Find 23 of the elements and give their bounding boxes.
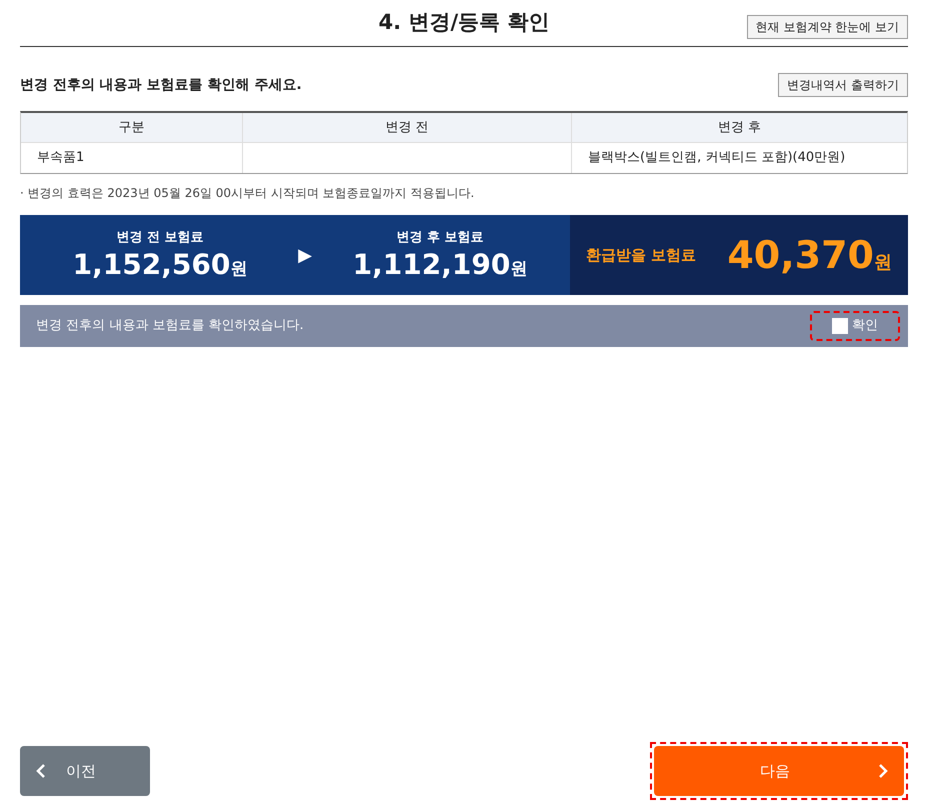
chevron-right-icon xyxy=(878,763,888,779)
arrow-icon: ▶ xyxy=(298,242,312,268)
confirm-text: 변경 전후의 내용과 보험료를 확인하였습니다. xyxy=(36,317,304,336)
column-header: 변경 전 xyxy=(243,113,572,142)
instruction-text: 변경 전후의 내용과 보험료를 확인해 주세요. xyxy=(20,76,302,94)
refund-label: 환급받을 보험료 xyxy=(586,244,696,266)
view-contract-button[interactable]: 현재 보험계약 한눈에 보기 xyxy=(746,15,908,39)
refund-amount: 40,370원 xyxy=(727,232,892,278)
column-header: 구분 xyxy=(21,113,243,142)
confirm-checkbox[interactable]: 확인 xyxy=(810,311,900,341)
after-premium-label: 변경 후 보험료 xyxy=(396,228,484,247)
previous-button[interactable]: 이전 xyxy=(20,746,150,796)
before-premium-label: 변경 전 보험료 xyxy=(116,228,204,247)
chevron-left-icon xyxy=(36,763,46,779)
table-cell-text: 블랙박스(빌트인캠, 커넥티드 포함)(40만원) xyxy=(588,149,846,168)
print-button[interactable]: 변경내역서 출력하기 xyxy=(778,73,908,97)
effective-date-note: · 변경의 효력은 2023년 05월 26일 00시부터 시작되며 보험종료일까지 적용됩니다. xyxy=(20,185,476,202)
page-title: 4. 변경/등록 확인 xyxy=(378,9,550,36)
next-button[interactable]: 다음 xyxy=(654,746,904,796)
before-premium-amount: 1,152,560원 xyxy=(72,247,248,282)
table-cell-text: 부속품1 xyxy=(37,149,84,168)
column-header: 변경 후 xyxy=(716,118,762,137)
after-premium-amount: 1,112,190원 xyxy=(352,247,528,282)
